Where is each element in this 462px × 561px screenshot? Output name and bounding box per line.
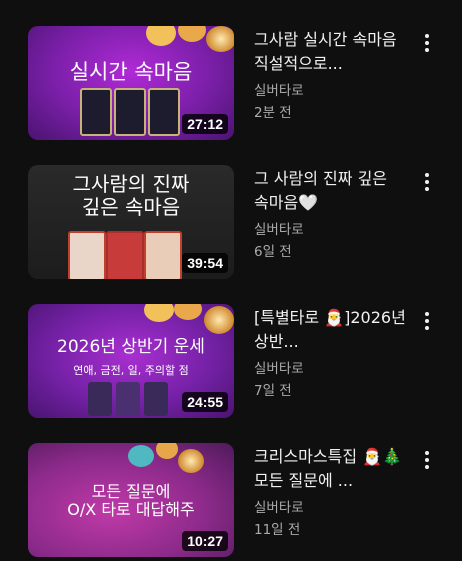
tarot-card <box>88 382 112 416</box>
candle-light <box>178 449 204 473</box>
upload-age: 11일 전 <box>254 522 301 538</box>
video-info[interactable]: 크리스마스특집 🎅🎄모든 질문에 ... 실버타로 11일 전 <box>254 443 414 541</box>
video-title[interactable]: [특별타로 🎅]2026년 상반... <box>254 306 414 354</box>
video-title[interactable]: 그 사람의 진짜 깊은 속마음🤍 <box>254 167 414 215</box>
video-item[interactable]: 그사람의 진짜 깊은 속마음 39:54 그 사람의 진짜 깊은 속마음🤍 실버… <box>0 165 462 283</box>
video-title[interactable]: 크리스마스특집 🎅🎄모든 질문에 ... <box>254 445 414 493</box>
duration-badge: 10:27 <box>182 531 228 551</box>
thumbnail-title: 그사람의 진짜 깊은 속마음 <box>72 172 190 219</box>
tarot-card <box>106 231 144 279</box>
thumbnail-subtitle: 연애, 금전, 일, 주의할 점 <box>73 364 189 377</box>
thumbnail-title: 2026년 상반기 운세 <box>57 337 205 357</box>
tarot-card <box>80 88 112 136</box>
video-info[interactable]: [특별타로 🎅]2026년 상반... 실버타로 7일 전 <box>254 304 414 402</box>
ornament-decoration <box>128 445 154 467</box>
video-thumbnail[interactable]: 실시간 속마음 27:12 <box>28 26 234 140</box>
video-item[interactable]: 2026년 상반기 운세 연애, 금전, 일, 주의할 점 24:55 [특별타… <box>0 304 462 422</box>
tarot-card <box>116 382 140 416</box>
duration-badge: 24:55 <box>182 392 228 412</box>
more-options-icon[interactable] <box>416 30 438 56</box>
tarot-card <box>114 88 146 136</box>
tarot-card <box>144 382 168 416</box>
more-options-icon[interactable] <box>416 308 438 334</box>
channel-name[interactable]: 실버타로 <box>254 497 414 519</box>
candle-light <box>206 26 234 52</box>
video-item[interactable]: 실시간 속마음 27:12 그사람 실시간 속마음 직설적으로... 실버타로 … <box>0 26 462 144</box>
channel-name[interactable]: 실버타로 <box>254 219 414 241</box>
video-info[interactable]: 그사람 실시간 속마음 직설적으로... 실버타로 2분 전 <box>254 26 414 124</box>
candle-light <box>204 306 234 334</box>
upload-age: 2분 전 <box>254 105 292 121</box>
more-options-icon[interactable] <box>416 169 438 195</box>
channel-name[interactable]: 실버타로 <box>254 358 414 380</box>
video-title[interactable]: 그사람 실시간 속마음 직설적으로... <box>254 28 414 76</box>
upload-age: 7일 전 <box>254 383 292 399</box>
video-thumbnail[interactable]: 2026년 상반기 운세 연애, 금전, 일, 주의할 점 24:55 <box>28 304 234 418</box>
video-info[interactable]: 그 사람의 진짜 깊은 속마음🤍 실버타로 6일 전 <box>254 165 414 263</box>
upload-age: 6일 전 <box>254 244 292 260</box>
more-options-icon[interactable] <box>416 447 438 473</box>
video-thumbnail[interactable]: 모든 질문에 O/X 타로 대답해주 10:27 <box>28 443 234 557</box>
duration-badge: 27:12 <box>182 114 228 134</box>
duration-badge: 39:54 <box>182 253 228 273</box>
channel-name[interactable]: 실버타로 <box>254 80 414 102</box>
video-item[interactable]: 모든 질문에 O/X 타로 대답해주 10:27 크리스마스특집 🎅🎄모든 질문… <box>0 443 462 561</box>
tarot-card <box>148 88 180 136</box>
thumbnail-title: 실시간 속마음 <box>69 60 193 84</box>
tarot-card <box>144 231 182 279</box>
thumbnail-title: 모든 질문에 O/X 타로 대답해주 <box>67 482 195 520</box>
tarot-card <box>68 231 106 279</box>
video-thumbnail[interactable]: 그사람의 진짜 깊은 속마음 39:54 <box>28 165 234 279</box>
